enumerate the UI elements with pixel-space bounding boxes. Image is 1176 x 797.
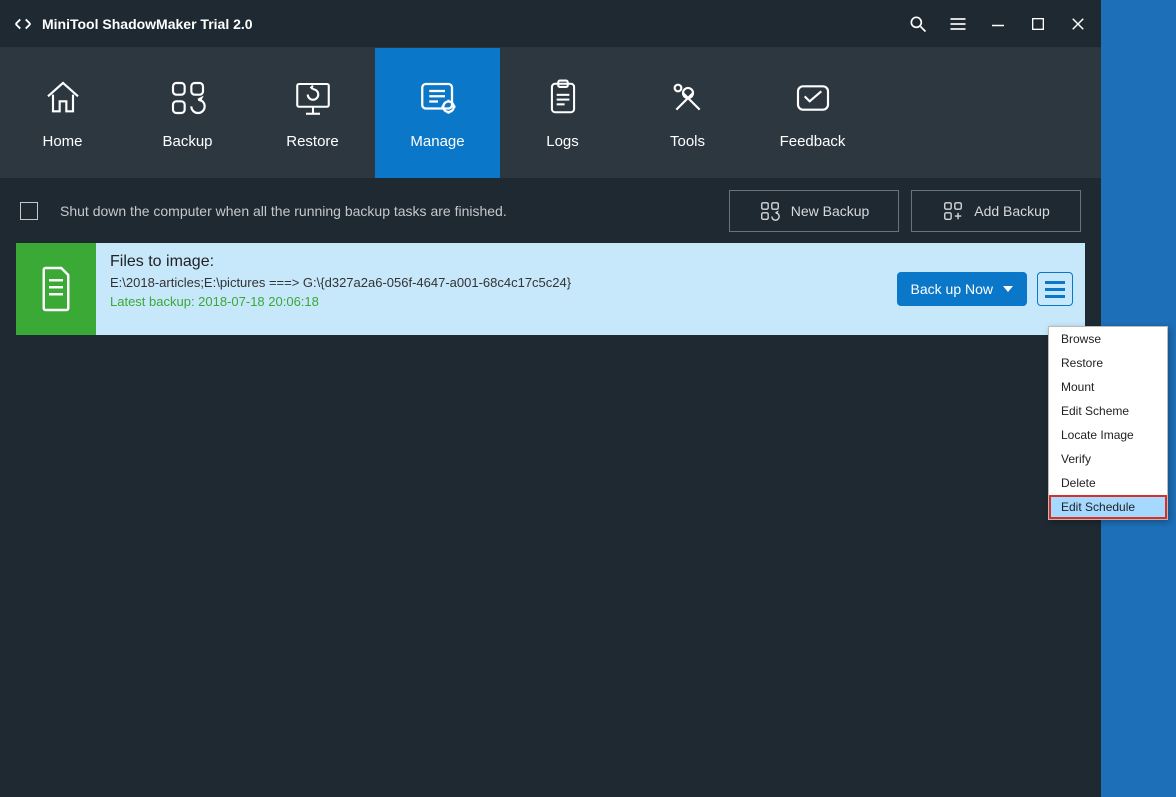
grid-icon xyxy=(759,200,781,222)
feedback-icon xyxy=(792,77,834,119)
task-context-menu: Browse Restore Mount Edit Scheme Locate … xyxy=(1048,326,1168,520)
maximize-icon[interactable] xyxy=(1027,13,1049,35)
nav-label: Logs xyxy=(546,133,579,150)
backup-now-button[interactable]: Back up Now xyxy=(897,272,1027,306)
task-status-panel xyxy=(16,243,96,335)
restore-icon xyxy=(292,77,334,119)
nav-label: Feedback xyxy=(780,133,846,150)
manage-icon xyxy=(417,77,459,119)
content-area: Files to image: E:\2018-articles;E:\pict… xyxy=(0,243,1101,335)
menu-edit-schedule[interactable]: Edit Schedule xyxy=(1049,495,1167,519)
logs-icon xyxy=(542,77,584,119)
home-icon xyxy=(42,77,84,119)
task-path: E:\2018-articles;E:\pictures ===> G:\{d3… xyxy=(110,275,883,290)
menu-icon[interactable] xyxy=(947,13,969,35)
menu-browse[interactable]: Browse xyxy=(1049,327,1167,351)
menu-mount[interactable]: Mount xyxy=(1049,375,1167,399)
navbar: Home Backup Restore Manage Logs xyxy=(0,48,1101,178)
nav-logs[interactable]: Logs xyxy=(500,48,625,178)
task-actions: Back up Now xyxy=(897,243,1085,335)
nav-home[interactable]: Home xyxy=(0,48,125,178)
nav-label: Restore xyxy=(286,133,339,150)
minimize-icon[interactable] xyxy=(987,13,1009,35)
new-backup-button[interactable]: New Backup xyxy=(729,190,899,232)
nav-label: Home xyxy=(42,133,82,150)
button-label: Back up Now xyxy=(911,281,993,297)
document-icon xyxy=(35,264,77,314)
add-backup-button[interactable]: Add Backup xyxy=(911,190,1081,232)
app-logo-icon xyxy=(12,13,34,35)
menu-delete[interactable]: Delete xyxy=(1049,471,1167,495)
nav-backup[interactable]: Backup xyxy=(125,48,250,178)
chevron-down-icon xyxy=(1003,286,1013,292)
task-title: Files to image: xyxy=(110,253,883,271)
menu-locate-image[interactable]: Locate Image xyxy=(1049,423,1167,447)
titlebar: MiniTool ShadowMaker Trial 2.0 xyxy=(0,0,1101,48)
toolbar: Shut down the computer when all the runn… xyxy=(0,178,1101,243)
task-latest-backup: Latest backup: 2018-07-18 20:06:18 xyxy=(110,294,883,309)
nav-tools[interactable]: Tools xyxy=(625,48,750,178)
task-menu-button[interactable] xyxy=(1037,272,1073,306)
button-label: New Backup xyxy=(791,203,870,219)
menu-verify[interactable]: Verify xyxy=(1049,447,1167,471)
nav-label: Tools xyxy=(670,133,705,150)
grid-plus-icon xyxy=(942,200,964,222)
menu-edit-scheme[interactable]: Edit Scheme xyxy=(1049,399,1167,423)
button-label: Add Backup xyxy=(974,203,1050,219)
shutdown-checkbox[interactable] xyxy=(20,202,38,220)
backup-icon xyxy=(167,77,209,119)
shutdown-label: Shut down the computer when all the runn… xyxy=(60,203,717,219)
menu-restore[interactable]: Restore xyxy=(1049,351,1167,375)
nav-restore[interactable]: Restore xyxy=(250,48,375,178)
task-body: Files to image: E:\2018-articles;E:\pict… xyxy=(96,243,897,335)
nav-feedback[interactable]: Feedback xyxy=(750,48,875,178)
app-title: MiniTool ShadowMaker Trial 2.0 xyxy=(42,16,907,32)
nav-label: Manage xyxy=(410,133,464,150)
window-controls xyxy=(907,13,1089,35)
backup-task-card: Files to image: E:\2018-articles;E:\pict… xyxy=(16,243,1085,335)
tools-icon xyxy=(667,77,709,119)
close-icon[interactable] xyxy=(1067,13,1089,35)
search-icon[interactable] xyxy=(907,13,929,35)
nav-manage[interactable]: Manage xyxy=(375,48,500,178)
app-window: MiniTool ShadowMaker Trial 2.0 xyxy=(0,0,1101,797)
nav-label: Backup xyxy=(162,133,212,150)
